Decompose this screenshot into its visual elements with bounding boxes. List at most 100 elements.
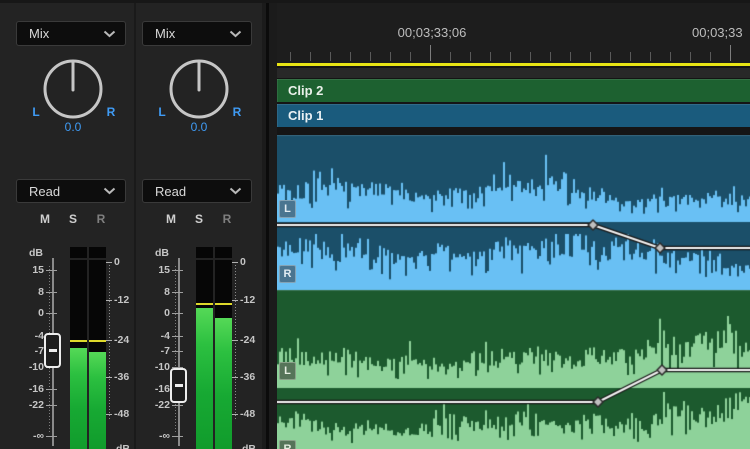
meter-peak-left bbox=[196, 303, 213, 305]
fader-tick bbox=[172, 351, 183, 352]
pan-knob[interactable] bbox=[38, 54, 108, 124]
fader-tick bbox=[46, 389, 57, 390]
fader-tick bbox=[172, 292, 183, 293]
pan-value[interactable]: 0.0 bbox=[164, 120, 234, 134]
ruler-minor-tick bbox=[370, 52, 371, 61]
volume-fader-handle[interactable] bbox=[170, 368, 187, 403]
pan-knob-dial bbox=[164, 54, 234, 124]
fader-tick bbox=[172, 336, 183, 337]
meter-minor-ticks bbox=[235, 262, 236, 420]
fader-tick bbox=[172, 313, 183, 314]
ruler-minor-tick bbox=[450, 52, 451, 61]
panel-divider-line bbox=[266, 0, 269, 449]
meter-tick bbox=[232, 414, 238, 415]
meter-tick-label: -48 bbox=[240, 408, 255, 420]
meter-tick bbox=[106, 300, 112, 301]
ruler-minor-tick bbox=[490, 52, 491, 61]
clip-1-bar[interactable]: Clip 1 bbox=[277, 104, 750, 127]
fader-tick-label: -22 bbox=[2, 399, 44, 411]
meter-tick bbox=[106, 377, 112, 378]
record-arm-button[interactable]: R bbox=[93, 212, 109, 226]
collapsed-video-track[interactable] bbox=[277, 67, 750, 79]
solo-button[interactable]: S bbox=[65, 212, 81, 226]
db-scale-header: dB bbox=[27, 247, 45, 259]
strip-divider bbox=[134, 0, 136, 449]
mute-button[interactable]: M bbox=[163, 212, 179, 226]
db-scale-header: dB bbox=[153, 247, 171, 259]
pan-left-label: L bbox=[154, 105, 170, 119]
ruler-major-tick bbox=[730, 45, 731, 61]
panel-divider bbox=[262, 0, 277, 449]
meter-bottom-label: dB bbox=[242, 443, 256, 449]
chevron-down-icon bbox=[229, 30, 242, 38]
ruler-minor-tick bbox=[610, 52, 611, 61]
mute-button[interactable]: M bbox=[37, 212, 53, 226]
solo-button[interactable]: S bbox=[191, 212, 207, 226]
chevron-down-icon bbox=[229, 187, 242, 195]
meter-tick bbox=[106, 414, 112, 415]
ruler-minor-tick bbox=[470, 52, 471, 61]
clip-1-label: Clip 1 bbox=[277, 104, 750, 127]
fader-tick-label: -10 bbox=[2, 361, 44, 373]
audio-waveforms-canvas[interactable] bbox=[277, 135, 750, 449]
ruler-minor-tick bbox=[590, 52, 591, 61]
clip-2-bar[interactable]: Clip 2 bbox=[277, 79, 750, 102]
fader-tick-label: -16 bbox=[2, 383, 44, 395]
meter-tick-label: 0 bbox=[114, 256, 120, 268]
ruler-minor-tick bbox=[330, 52, 331, 61]
mixer-panel: Mix L R 0.0 Read M S R d bbox=[0, 0, 262, 449]
fader-tick-label: -∞ bbox=[2, 430, 44, 442]
ruler-minor-tick bbox=[410, 52, 411, 61]
fader-tick-label: -7 bbox=[2, 345, 44, 357]
fader-tick bbox=[46, 405, 57, 406]
automation-mode-select[interactable]: Read bbox=[16, 179, 126, 203]
channel-strip-1: Mix L R 0.0 Read M S R d bbox=[0, 0, 126, 449]
ruler-minor-tick bbox=[710, 52, 711, 61]
ruler-minor-tick bbox=[550, 52, 551, 61]
meter-tick-label: 0 bbox=[240, 256, 246, 268]
fader-tick-label: 8 bbox=[2, 286, 44, 298]
meter-bar-right bbox=[89, 247, 106, 449]
work-area-bar[interactable] bbox=[277, 63, 750, 66]
pan-right-label: R bbox=[229, 105, 245, 119]
meter-tick-label: -36 bbox=[240, 371, 255, 383]
pan-knob-dial bbox=[38, 54, 108, 124]
meter-tick bbox=[232, 377, 238, 378]
channel-badge-right: R bbox=[279, 265, 296, 283]
meter-fill-right bbox=[89, 352, 106, 449]
pan-left-label: L bbox=[28, 105, 44, 119]
time-ruler[interactable]: 00;03;33;06 00;03;33 bbox=[277, 0, 750, 63]
pan-knob[interactable] bbox=[164, 54, 234, 124]
volume-fader-rail[interactable] bbox=[178, 258, 180, 446]
meter-tick-label: -24 bbox=[240, 334, 255, 346]
fader-tick bbox=[172, 436, 183, 437]
input-select[interactable]: Mix bbox=[142, 21, 252, 46]
meter-tick bbox=[106, 262, 112, 263]
meter-minor-ticks bbox=[109, 262, 110, 420]
timecode-label: 00;03;33;06 bbox=[398, 25, 467, 40]
chevron-down-icon bbox=[103, 187, 116, 195]
fader-handle-mark bbox=[175, 384, 183, 387]
meter-peak-right bbox=[215, 303, 232, 305]
pan-value[interactable]: 0.0 bbox=[38, 120, 108, 134]
level-meter bbox=[196, 247, 232, 449]
automation-mode-select[interactable]: Read bbox=[142, 179, 252, 203]
record-arm-button[interactable]: R bbox=[219, 212, 235, 226]
meter-bar-right bbox=[215, 247, 232, 449]
chevron-down-icon bbox=[103, 30, 116, 38]
meter-peak-left bbox=[70, 340, 87, 342]
input-select[interactable]: Mix bbox=[16, 21, 126, 46]
channel-badge-right: R bbox=[279, 440, 296, 449]
fader-handle-mark bbox=[49, 349, 57, 352]
ruler-minor-tick bbox=[510, 52, 511, 61]
meter-tick bbox=[232, 262, 238, 263]
ruler-minor-tick bbox=[310, 52, 311, 61]
timecode-label: 00;03;33 bbox=[692, 25, 743, 40]
fader-tick-label: 15 bbox=[2, 264, 44, 276]
meter-bar-left bbox=[196, 247, 213, 449]
ruler-minor-tick bbox=[650, 52, 651, 61]
volume-fader-handle[interactable] bbox=[44, 333, 61, 368]
fader-tick-label: -4 bbox=[2, 330, 44, 342]
fader-tick bbox=[46, 313, 57, 314]
meter-peak-right bbox=[89, 340, 106, 342]
